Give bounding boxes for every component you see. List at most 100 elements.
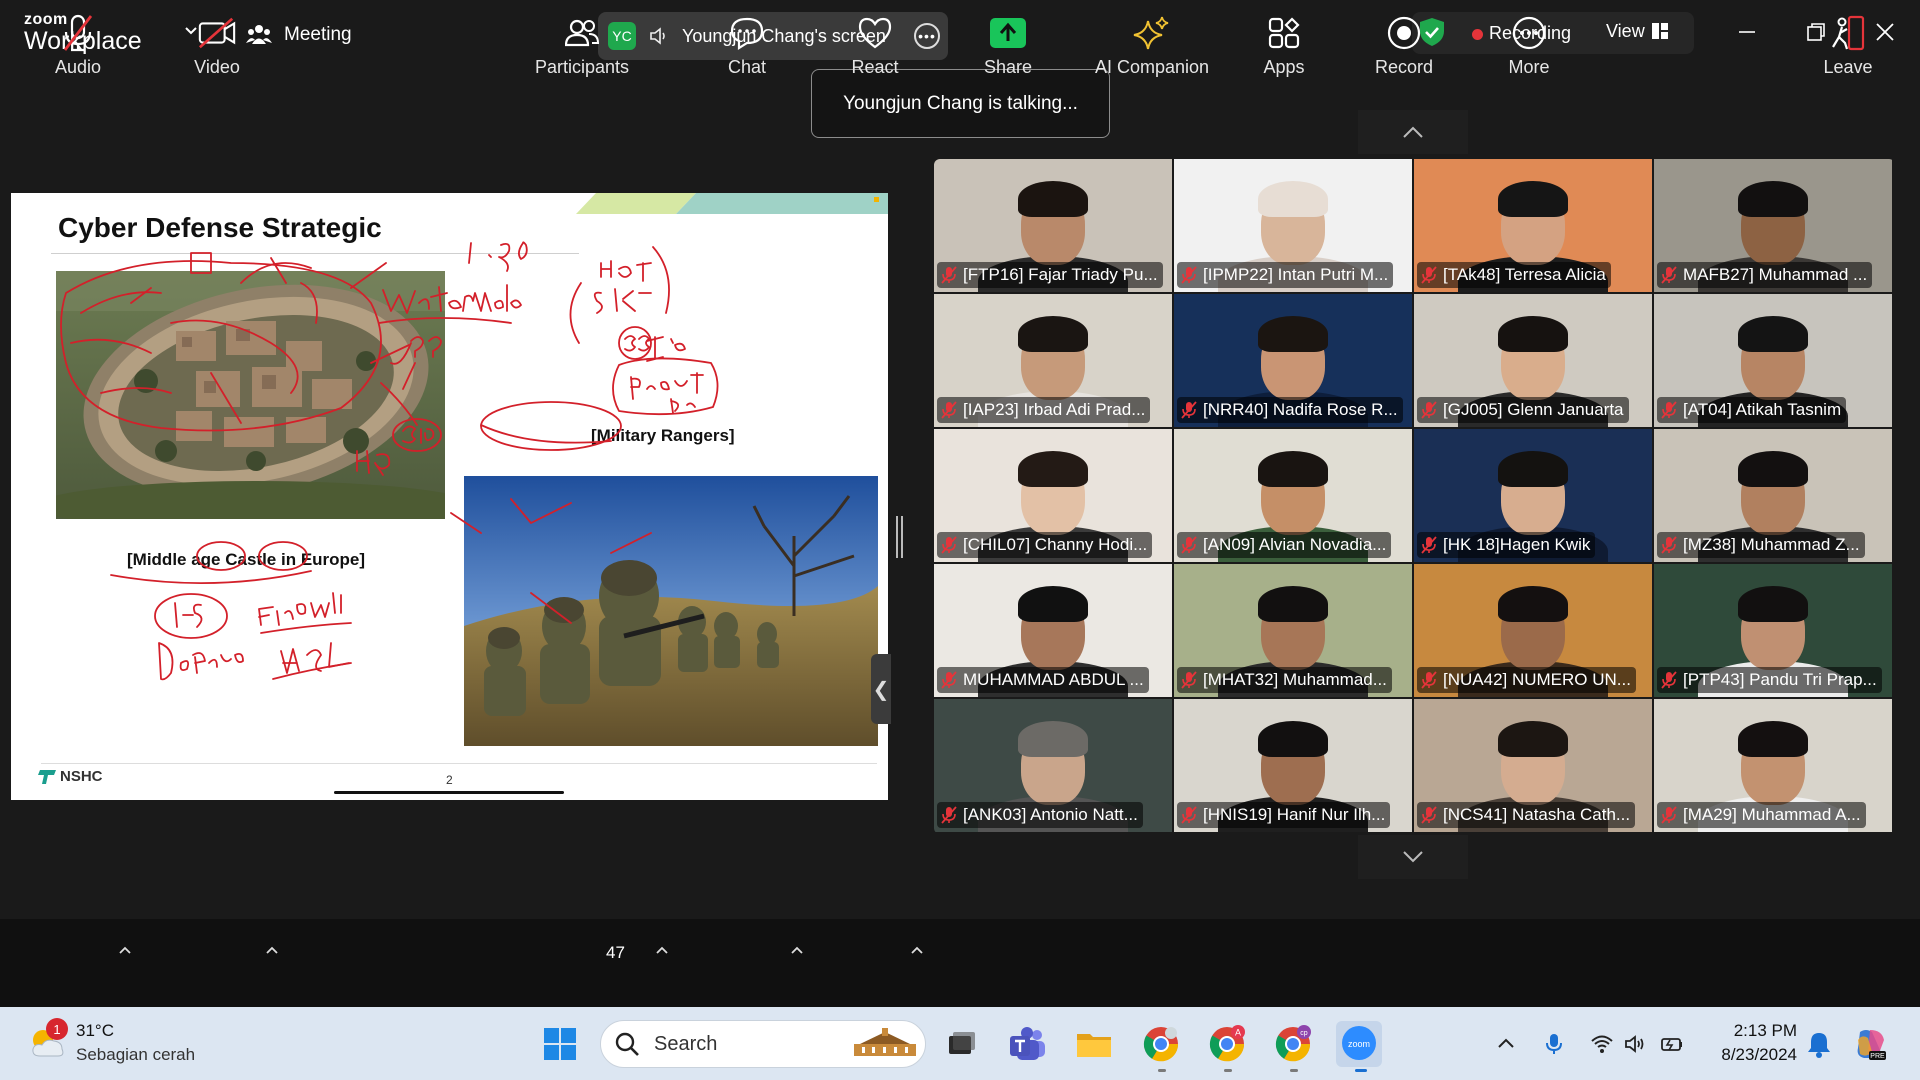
audio-button[interactable]: Audio	[38, 0, 118, 88]
participants-options-caret[interactable]	[655, 945, 669, 955]
participant-tile[interactable]: [PTP43] Pandu Tri Prap...	[1654, 564, 1892, 697]
weather-description[interactable]: Sebagian cerah	[76, 1045, 195, 1065]
participant-tile[interactable]: [HK 18]Hagen Kwik	[1414, 429, 1652, 562]
weather-notification-badge: 1	[46, 1018, 68, 1040]
mic-off-icon	[1661, 671, 1677, 689]
share-button[interactable]: Share	[968, 0, 1048, 88]
ai-companion-button[interactable]: AI Companion	[1092, 0, 1212, 88]
collapse-panel-button[interactable]: ❮	[871, 654, 891, 724]
leave-icon	[1832, 15, 1865, 51]
zoom-taskbar-app[interactable]: zoom	[1336, 1021, 1382, 1067]
participant-tile[interactable]: [AT04] Atikah Tasnim	[1654, 294, 1892, 427]
participant-name-tag: [IPMP22] Intan Putri M...	[1177, 262, 1394, 288]
chrome-icon[interactable]	[1141, 1024, 1181, 1064]
view-grid-icon[interactable]	[1652, 23, 1668, 39]
file-explorer-icon[interactable]	[1074, 1024, 1114, 1064]
participants-count: 47	[606, 943, 625, 962]
participant-tile[interactable]: [ANK03] Antonio Natt...	[934, 699, 1172, 832]
running-indicator	[1224, 1069, 1232, 1072]
slide-header-decoration	[576, 193, 888, 214]
wifi-icon[interactable]	[1590, 1032, 1614, 1056]
participant-tile[interactable]: [NUA42] NUMERO UN...	[1414, 564, 1652, 697]
participant-hair	[1018, 181, 1088, 217]
apps-button[interactable]: Apps	[1244, 0, 1324, 88]
minimize-icon[interactable]	[1735, 20, 1759, 44]
participant-name: [HNIS19] Hanif Nur Ilh...	[1203, 805, 1386, 824]
participant-name: [HK 18]Hagen Kwik	[1443, 535, 1591, 554]
windows-start-icon[interactable]	[543, 1027, 577, 1061]
participant-tile[interactable]: MAFB27] Muhammad ...	[1654, 159, 1892, 292]
participant-tile[interactable]: [IPMP22] Intan Putri M...	[1174, 159, 1412, 292]
record-button[interactable]: Record	[1364, 0, 1444, 88]
heart-icon	[858, 17, 892, 49]
participant-tile[interactable]: [CHIL07] Channy Hodi...	[934, 429, 1172, 562]
video-button[interactable]: Video	[177, 0, 257, 88]
volume-icon[interactable]	[1623, 1032, 1647, 1056]
chevron-up-icon[interactable]	[1494, 1032, 1518, 1056]
chrome-profile-a-icon[interactable]: A	[1207, 1024, 1247, 1064]
participant-tile[interactable]: [HNIS19] Hanif Nur Ilh...	[1174, 699, 1412, 832]
record-icon	[1387, 16, 1421, 50]
participant-name-tag: [CHIL07] Channy Hodi...	[937, 532, 1153, 558]
mic-off-icon	[1181, 266, 1197, 284]
notification-bell-icon[interactable]	[1806, 1030, 1832, 1058]
microphone-icon[interactable]	[1542, 1032, 1566, 1056]
more-button[interactable]: More	[1489, 0, 1569, 88]
react-options-caret[interactable]	[910, 945, 924, 955]
participant-tile[interactable]: [NRR40] Nadifa Rose R...	[1174, 294, 1412, 427]
teams-icon[interactable]	[1007, 1024, 1047, 1064]
mic-off-icon	[1661, 806, 1677, 824]
participant-tile[interactable]: [GJ005] Glenn Januarta	[1414, 294, 1652, 427]
participant-tile[interactable]: [MZ38] Muhammad Z...	[1654, 429, 1892, 562]
mic-off-icon	[1181, 671, 1197, 689]
chrome-profile-cp-icon[interactable]: cp	[1273, 1024, 1313, 1064]
gallery-page-down-button[interactable]	[1358, 835, 1468, 879]
split-divider-handle[interactable]	[896, 516, 904, 558]
participant-hair	[1738, 586, 1808, 622]
participant-name: MAFB27] Muhammad ...	[1683, 265, 1868, 284]
participant-name-tag: [NCS41] Natasha Cath...	[1417, 802, 1636, 828]
participant-tile[interactable]: [AN09] Alvian Novadia...	[1174, 429, 1412, 562]
participant-name-tag: [MA29] Muhammad A...	[1657, 802, 1866, 828]
taskbar-clock-time[interactable]: 2:13 PM	[1733, 1021, 1797, 1041]
chat-options-caret[interactable]	[790, 945, 804, 955]
apps-icon	[1268, 17, 1300, 49]
participant-name: [FTP16] Fajar Triady Pu...	[963, 265, 1158, 284]
rangers-caption: [Military Rangers]	[591, 426, 735, 445]
gallery-page-up-button[interactable]	[1358, 110, 1468, 154]
battery-icon[interactable]	[1660, 1032, 1684, 1056]
participant-hair	[1258, 451, 1328, 487]
participant-tile[interactable]: [NCS41] Natasha Cath...	[1414, 699, 1652, 832]
participants-button[interactable]: Participants	[527, 0, 637, 88]
mic-off-icon	[1661, 536, 1677, 554]
weather-temperature[interactable]: 31°C	[76, 1021, 114, 1041]
chat-icon	[730, 17, 764, 50]
task-view-icon[interactable]	[941, 1024, 981, 1064]
video-options-caret[interactable]	[265, 945, 279, 955]
participant-tile[interactable]: MUHAMMAD ABDUL ...	[934, 564, 1172, 697]
participant-hair	[1738, 451, 1808, 487]
participant-name: [GJ005] Glenn Januarta	[1443, 400, 1624, 419]
participant-tile[interactable]: [IAP23] Irbad Adi Prad...	[934, 294, 1172, 427]
participant-hair	[1018, 721, 1088, 757]
chevron-down-icon	[1403, 851, 1423, 863]
participant-hair	[1258, 721, 1328, 757]
react-button[interactable]: React	[835, 0, 915, 88]
participant-tile[interactable]: [FTP16] Fajar Triady Pu...	[934, 159, 1172, 292]
participant-tile[interactable]: [MHAT32] Muhammad...	[1174, 564, 1412, 697]
participant-tile[interactable]: [TAk48] Terresa Alicia	[1414, 159, 1652, 292]
participant-name-tag: [GJ005] Glenn Januarta	[1417, 397, 1629, 423]
meeting-menu[interactable]: Meeting	[246, 20, 352, 50]
taskbar-clock-date[interactable]: 8/23/2024	[1700, 1045, 1797, 1065]
participant-name-tag: [HNIS19] Hanif Nur Ilh...	[1177, 802, 1391, 828]
chat-button[interactable]: Chat	[707, 0, 787, 88]
audio-options-caret[interactable]	[118, 945, 132, 955]
leave-button[interactable]: Leave	[1808, 0, 1888, 88]
view-button[interactable]: View	[1606, 21, 1645, 42]
mic-off-icon	[941, 401, 957, 419]
participant-hair	[1498, 451, 1568, 487]
more-icon[interactable]: •••	[914, 23, 940, 49]
participant-name: [IPMP22] Intan Putri M...	[1203, 265, 1389, 284]
copilot-icon[interactable]: PRE	[1852, 1026, 1888, 1062]
participant-tile[interactable]: [MA29] Muhammad A...	[1654, 699, 1892, 832]
